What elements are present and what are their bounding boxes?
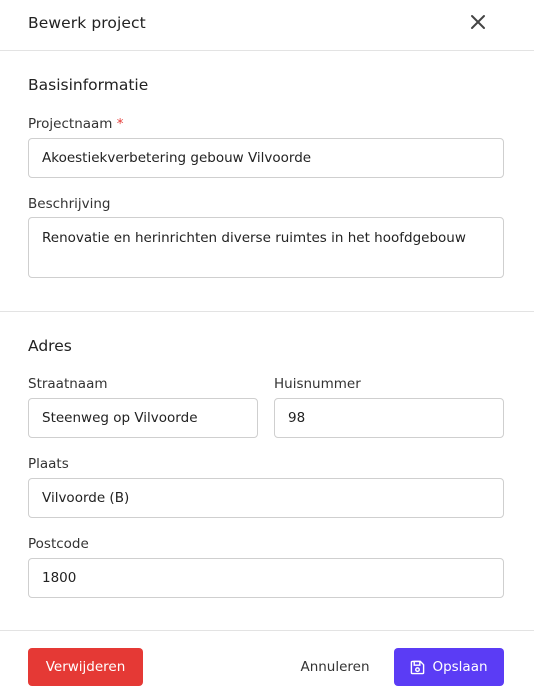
huisnummer-input[interactable]: [274, 398, 504, 438]
postcode-label: Postcode: [28, 536, 89, 552]
section-title-basisinformatie: Basisinformatie: [28, 76, 149, 94]
save-button-label: Opslaan: [432, 659, 488, 675]
projectnaam-label-text: Projectnaam: [28, 116, 113, 132]
postcode-input[interactable]: [28, 558, 504, 598]
section-title-adres: Adres: [28, 337, 72, 355]
delete-button[interactable]: Verwijderen: [28, 648, 143, 686]
close-icon: [471, 15, 485, 29]
dialog-title: Bewerk project: [28, 14, 146, 32]
projectnaam-input[interactable]: [28, 138, 504, 178]
plaats-input[interactable]: [28, 478, 504, 518]
required-marker: *: [116, 116, 124, 132]
save-button[interactable]: Opslaan: [394, 648, 504, 686]
beschrijving-label: Beschrijving: [28, 196, 111, 212]
dialog-header: Bewerk project: [0, 0, 534, 51]
close-button[interactable]: [466, 10, 490, 34]
beschrijving-textarea[interactable]: Renovatie en herinrichten diverse ruimte…: [28, 217, 504, 278]
section-divider: [0, 311, 534, 312]
straatnaam-label: Straatnaam: [28, 376, 108, 392]
huisnummer-label: Huisnummer: [274, 376, 361, 392]
dialog-footer: Verwijderen Annuleren Opslaan: [0, 630, 534, 700]
projectnaam-label: Projectnaam *: [28, 116, 124, 132]
cancel-button[interactable]: Annuleren: [288, 648, 382, 686]
plaats-label: Plaats: [28, 456, 69, 472]
straatnaam-input[interactable]: [28, 398, 258, 438]
save-icon: [411, 660, 425, 674]
